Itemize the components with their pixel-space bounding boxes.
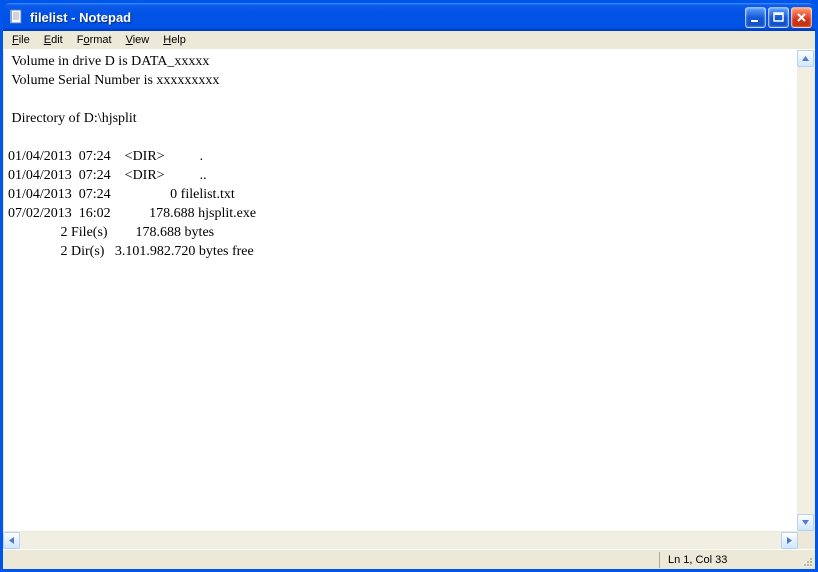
scrollbar-corner: [798, 532, 815, 549]
menu-edit[interactable]: Edit: [37, 33, 70, 47]
window-controls: [745, 7, 812, 28]
notepad-icon: [9, 9, 25, 25]
text-line: 07/02/2013 16:02 178.688 hjsplit.exe: [8, 206, 256, 221]
menubar: File Edit Format View Help: [3, 31, 815, 50]
close-button[interactable]: [791, 7, 812, 28]
menu-help[interactable]: Help: [156, 33, 193, 47]
status-cursor-position: Ln 1, Col 33: [659, 552, 799, 568]
client-area: Volume in drive D is DATA_xxxxx Volume S…: [3, 50, 815, 532]
menu-view[interactable]: View: [119, 33, 157, 47]
statusbar: Ln 1, Col 33: [3, 549, 815, 569]
text-line: Directory of D:\hjsplit: [8, 111, 137, 126]
text-line: Volume in drive D is DATA_xxxxx: [8, 54, 209, 69]
menu-format[interactable]: Format: [70, 33, 119, 47]
horizontal-scrollbar-row: [3, 532, 815, 549]
maximize-button[interactable]: [768, 7, 789, 28]
menu-file[interactable]: File: [5, 33, 37, 47]
window-title: filelist - Notepad: [30, 10, 745, 25]
horizontal-scrollbar[interactable]: [3, 532, 798, 549]
text-line: 2 File(s) 178.688 bytes: [8, 225, 214, 240]
text-line: 2 Dir(s) 3.101.982.720 bytes free: [8, 244, 254, 259]
scroll-right-button[interactable]: [781, 532, 798, 549]
vertical-scroll-track[interactable]: [797, 67, 814, 514]
horizontal-scroll-track[interactable]: [20, 532, 781, 549]
scroll-down-button[interactable]: [797, 514, 814, 531]
text-editor[interactable]: Volume in drive D is DATA_xxxxx Volume S…: [4, 50, 797, 531]
scroll-up-button[interactable]: [797, 50, 814, 67]
resize-grip-icon[interactable]: [799, 550, 815, 569]
notepad-window: filelist - Notepad File Edit Format View…: [3, 3, 815, 569]
scroll-left-button[interactable]: [3, 532, 20, 549]
minimize-button[interactable]: [745, 7, 766, 28]
vertical-scrollbar[interactable]: [797, 50, 814, 531]
text-line: 01/04/2013 07:24 <DIR> .: [8, 149, 203, 164]
text-line: Volume Serial Number is xxxxxxxxx: [8, 73, 219, 88]
text-line: 01/04/2013 07:24 0 filelist.txt: [8, 187, 235, 202]
text-line: 01/04/2013 07:24 <DIR> ..: [8, 168, 207, 183]
titlebar[interactable]: filelist - Notepad: [3, 3, 815, 31]
